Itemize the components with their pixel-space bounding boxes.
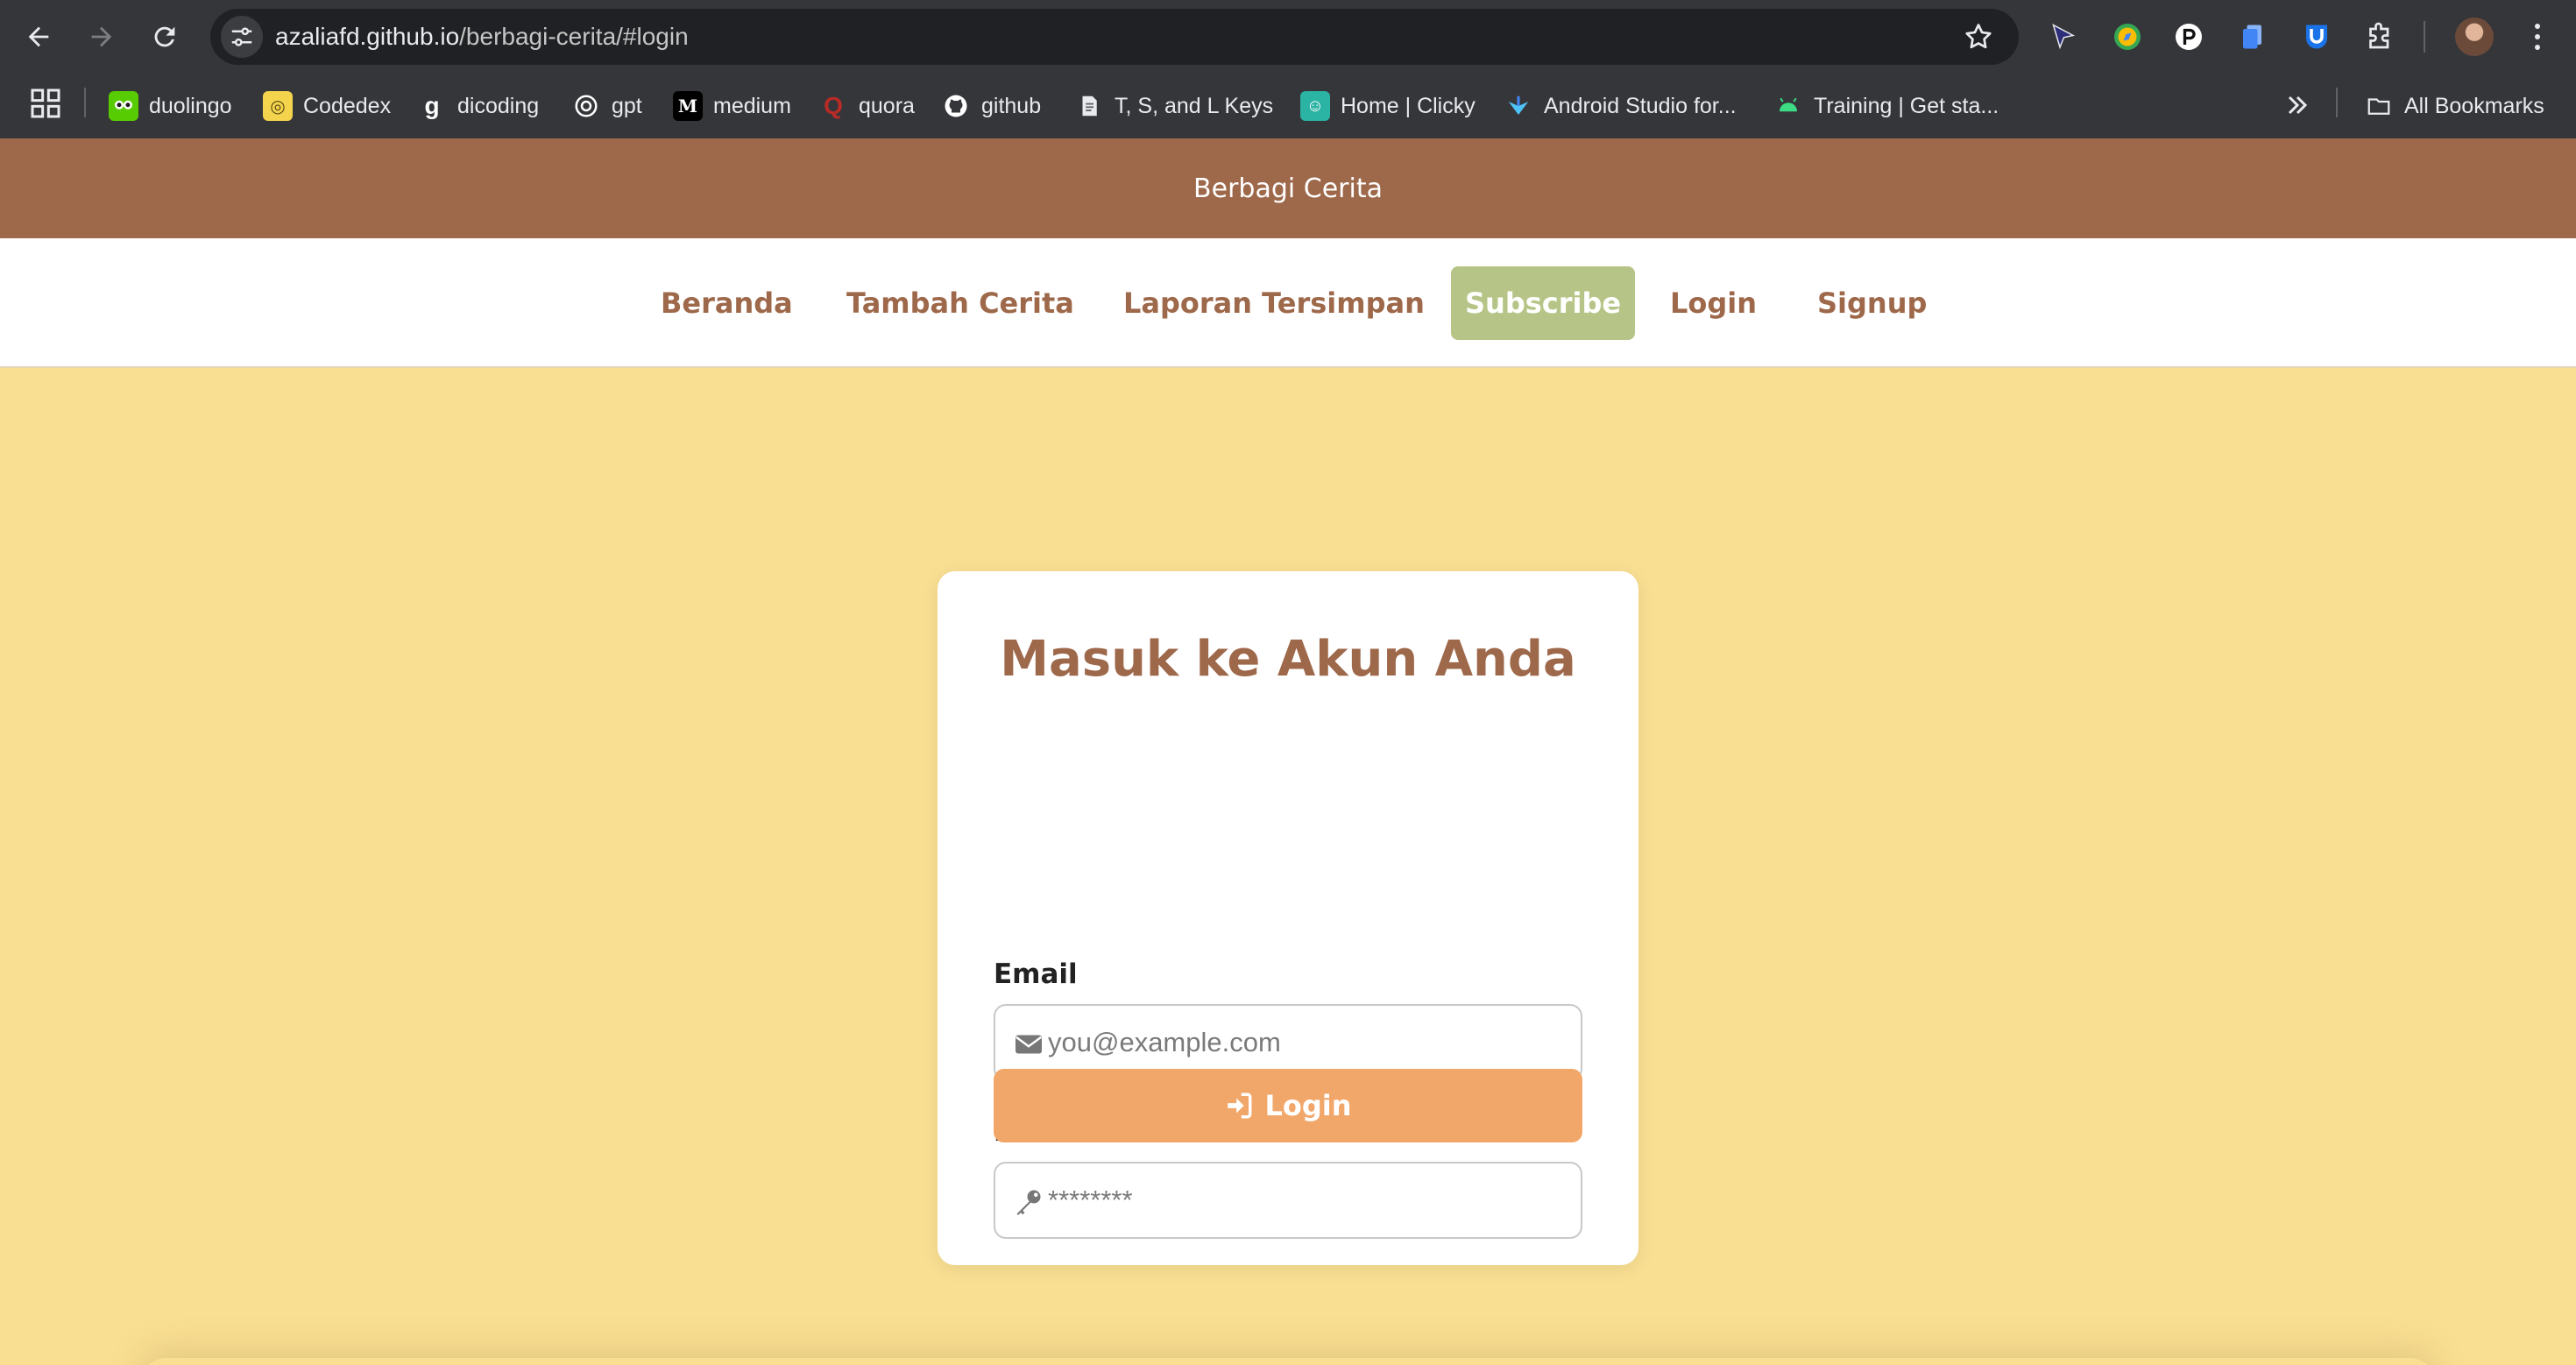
extension-files-button[interactable] [2236, 19, 2271, 54]
bookmark-label: Home | Clicky [1341, 93, 1476, 118]
bookmark-label: gpt [612, 93, 642, 118]
bookmark-medium[interactable]: M medium [673, 85, 791, 127]
profile-avatar[interactable] [2455, 18, 2494, 56]
bookmark-label: Training | Get sta... [1814, 93, 1999, 118]
bookmark-star-icon[interactable] [1963, 21, 1994, 53]
bookmark-label: Codedex [303, 93, 392, 118]
all-bookmarks-button[interactable]: All Bookmarks [2364, 85, 2544, 127]
github-icon [941, 91, 971, 121]
bookmark-duolingo[interactable]: duolingo [109, 85, 232, 127]
android-studio-icon [1504, 91, 1533, 121]
bookmark-label: Android Studio for... [1544, 93, 1737, 118]
nav-link-login[interactable]: Login [1670, 266, 1757, 340]
codedex-icon: ◎ [263, 91, 293, 121]
cursor-arrow-icon [2052, 23, 2076, 50]
site-info-button[interactable] [221, 16, 263, 58]
bookmark-github[interactable]: github [941, 85, 1041, 127]
back-button[interactable] [18, 16, 60, 58]
bookmarks-divider [84, 88, 86, 117]
u-shield-icon [2306, 25, 2327, 49]
browser-toolbar: azaliafd.github.io/berbagi-cerita/#login [0, 0, 2576, 74]
nav-link-beranda[interactable]: Beranda [661, 266, 793, 340]
nav-link-tambah-cerita[interactable]: Tambah Cerita [846, 266, 1074, 340]
duolingo-owl-icon [109, 91, 138, 121]
puzzle-icon [2369, 22, 2389, 49]
browser-chrome: azaliafd.github.io/berbagi-cerita/#login [0, 0, 2576, 138]
bookmarks-divider [2336, 88, 2338, 117]
key-icon [1016, 1190, 1041, 1215]
bookmark-quora[interactable]: Q quora [818, 85, 915, 127]
login-submit-label: Login [1264, 1089, 1352, 1122]
document-icon [1074, 91, 1104, 121]
apps-grid-icon[interactable] [28, 86, 63, 121]
bookmark-codedex[interactable]: ◎ Codedex [263, 85, 391, 127]
chevron-double-right-icon[interactable] [2282, 89, 2313, 121]
login-card: Masuk ke Akun Anda Email Kata Sandi Logi… [938, 571, 1638, 1265]
bookmark-android-studio[interactable]: Android Studio for... [1504, 85, 1737, 127]
bookmark-label: medium [713, 93, 791, 118]
email-label: Email [994, 958, 1078, 990]
login-heading: Masuk ke Akun Anda [1000, 631, 1576, 688]
quora-icon: Q [824, 92, 843, 119]
extension-cursor-button[interactable] [2045, 19, 2080, 54]
android-icon [1773, 91, 1803, 121]
p-circle-icon [2176, 24, 2202, 50]
main-content: Masuk ke Akun Anda Email Kata Sandi Logi… [0, 368, 2576, 1365]
bookmark-dicoding[interactable]: g dicoding [417, 85, 539, 127]
compass-icon [2114, 24, 2141, 50]
password-field[interactable] [994, 1162, 1582, 1239]
url-path: /berbagi-cerita/#login [459, 23, 689, 50]
address-bar[interactable]: azaliafd.github.io/berbagi-cerita/#login [210, 9, 2019, 65]
arrow-right-icon [91, 26, 112, 47]
all-bookmarks-label: All Bookmarks [2404, 93, 2544, 118]
extension-compass-button[interactable] [2110, 19, 2145, 54]
medium-icon: M [673, 91, 703, 121]
bookmark-gpt[interactable]: gpt [571, 85, 642, 127]
dicoding-icon: g [424, 92, 440, 119]
bookmark-home-clicky[interactable]: ☺ Home | Clicky [1300, 85, 1476, 127]
bookmark-label: T, S, and L Keys [1115, 93, 1274, 118]
reload-icon [154, 26, 175, 47]
bookmark-tsl-keys[interactable]: T, S, and L Keys [1074, 85, 1273, 127]
nav-link-subscribe[interactable]: Subscribe [1451, 266, 1636, 340]
url-host: azaliafd.github.io [275, 23, 460, 50]
password-input[interactable] [1048, 1163, 1574, 1237]
site-title: Berbagi Cerita [1193, 173, 1383, 204]
sign-in-icon [1228, 1093, 1252, 1119]
login-submit-button[interactable]: Login [994, 1069, 1582, 1142]
bookmark-label: dicoding [457, 93, 540, 118]
bookmarks-bar: duolingo ◎ Codedex g dicoding gpt M medi… [0, 74, 2576, 138]
envelope-icon [1016, 1035, 1042, 1054]
folder-icon [2364, 91, 2394, 121]
bookmark-label: github [981, 93, 1042, 118]
nav-link-laporan-tersimpan[interactable]: Laporan Tersimpan [1123, 266, 1425, 340]
url-text: azaliafd.github.io/berbagi-cerita/#login [275, 9, 689, 65]
bookmark-label: quora [859, 93, 915, 118]
bookmark-label: duolingo [149, 93, 232, 118]
browser-menu-button[interactable] [2523, 16, 2551, 58]
reload-button[interactable] [144, 16, 186, 58]
forward-button[interactable] [81, 16, 123, 58]
bookmark-training[interactable]: Training | Get sta... [1773, 85, 1999, 127]
site-header: Berbagi Cerita [0, 138, 2576, 238]
extension-u-button[interactable] [2299, 19, 2334, 54]
clicky-icon: ☺ [1300, 91, 1330, 121]
arrow-left-icon [28, 26, 49, 47]
tune-icon [231, 27, 252, 46]
extensions-button[interactable] [2362, 19, 2397, 54]
openai-icon [571, 91, 601, 121]
extension-p-button[interactable] [2171, 19, 2206, 54]
main-nav: Beranda Tambah Cerita Laporan Tersimpan … [0, 238, 2576, 368]
toolbar-divider [2424, 21, 2425, 53]
nav-link-signup[interactable]: Signup [1817, 266, 1927, 340]
footer-edge [140, 1358, 2436, 1365]
files-icon [2243, 25, 2261, 49]
